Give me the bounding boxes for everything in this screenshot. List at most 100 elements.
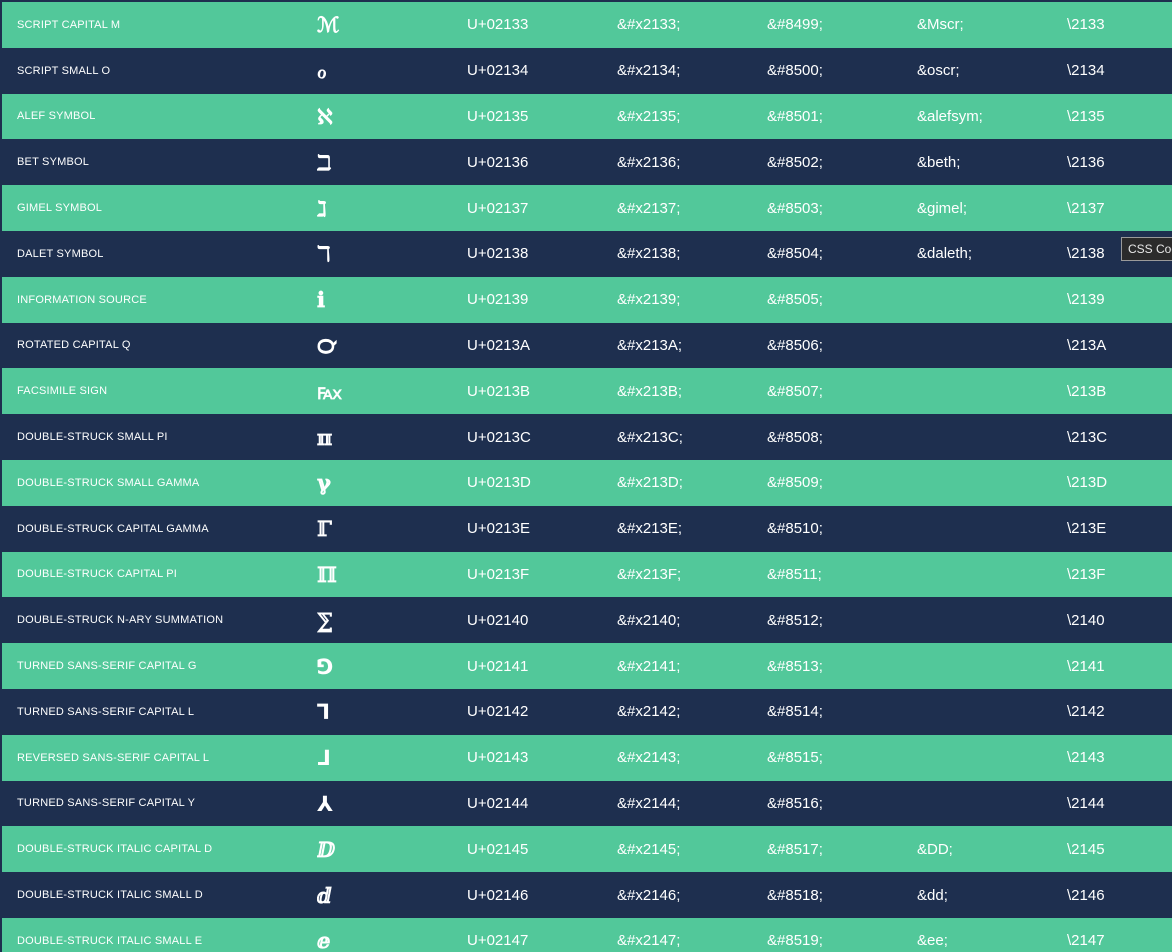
character-glyph-cell: ℸ	[317, 230, 467, 277]
character-glyph-cell: ℺	[317, 322, 467, 369]
named-entity-cell: &daleth;	[917, 230, 1067, 277]
character-glyph-cell: ℵ	[317, 93, 467, 140]
named-entity-cell: &dd;	[917, 872, 1067, 918]
unicode-code-cell: U+0213A	[467, 322, 617, 369]
decimal-entity-cell: &#8511;	[767, 551, 917, 598]
css-code-cell: \213E	[1067, 505, 1172, 552]
css-code-cell: \213D	[1067, 459, 1172, 506]
table-row: INFORMATION SOURCE ℹ U+02139 &#x2139; &#8505…	[2, 276, 1172, 323]
unicode-code-cell: U+02133	[467, 2, 617, 48]
character-glyph-cell: ℶ	[317, 139, 467, 186]
unicode-code-cell: U+02141	[467, 643, 617, 689]
css-code-cell: \2142	[1067, 688, 1172, 735]
character-glyph-cell: ⅄	[317, 780, 467, 827]
table-row: GIMEL SYMBOL ℷ U+02137 &#x2137; &#8503; &gime…	[2, 185, 1172, 231]
decimal-entity-cell: &#8507;	[767, 368, 917, 415]
unicode-code-cell: U+02139	[467, 276, 617, 323]
named-entity-cell	[917, 414, 1067, 460]
named-entity-cell: &alefsym;	[917, 93, 1067, 140]
character-name-cell: TURNED SANS-SERIF CAPITAL G	[2, 643, 317, 689]
character-glyph-cell: ℷ	[317, 185, 467, 231]
css-code-cell: \213A	[1067, 322, 1172, 369]
css-code-cell: \2143	[1067, 734, 1172, 781]
decimal-entity-cell: &#8503;	[767, 185, 917, 231]
decimal-entity-cell: &#8515;	[767, 734, 917, 781]
character-name-cell: BET SYMBOL	[2, 139, 317, 186]
hex-entity-cell: &#x2133;	[617, 2, 767, 48]
decimal-entity-cell: &#8518;	[767, 872, 917, 918]
css-code-cell: \2136	[1067, 139, 1172, 186]
table-row: DOUBLE-STRUCK SMALL PI ℼ U+0213C &#x213C; &#…	[2, 414, 1172, 460]
table-row: SCRIPT CAPITAL M ℳ U+02133 &#x2133; &#8499; &…	[2, 2, 1172, 48]
character-name-cell: DOUBLE-STRUCK ITALIC CAPITAL D	[2, 826, 317, 873]
character-glyph-cell: ℳ	[317, 2, 467, 48]
named-entity-cell	[917, 276, 1067, 323]
decimal-entity-cell: &#8516;	[767, 780, 917, 827]
table-row: DOUBLE-STRUCK ITALIC CAPITAL D ⅅ U+02145 &#…	[2, 826, 1172, 873]
unicode-code-cell: U+0213D	[467, 459, 617, 506]
hex-entity-cell: &#x2139;	[617, 276, 767, 323]
named-entity-cell	[917, 368, 1067, 415]
hex-entity-cell: &#x2140;	[617, 597, 767, 644]
unicode-code-cell: U+02143	[467, 734, 617, 781]
character-glyph-cell: ℼ	[317, 414, 467, 460]
decimal-entity-cell: &#8517;	[767, 826, 917, 873]
unicode-code-cell: U+02134	[467, 47, 617, 94]
table-row: REVERSED SANS-SERIF CAPITAL L ⅃ U+02143 &#x…	[2, 734, 1172, 781]
character-table: SCRIPT CAPITAL M ℳ U+02133 &#x2133; &#8499; &…	[2, 2, 1172, 952]
table-row: TURNED SANS-SERIF CAPITAL G ⅁ U+02141 &#x21…	[2, 643, 1172, 689]
character-name-cell: SCRIPT SMALL O	[2, 47, 317, 94]
character-name-cell: ALEF SYMBOL	[2, 93, 317, 140]
unicode-code-cell: U+02140	[467, 597, 617, 644]
decimal-entity-cell: &#8519;	[767, 917, 917, 952]
named-entity-cell	[917, 551, 1067, 598]
character-name-cell: DALET SYMBOL	[2, 230, 317, 277]
decimal-entity-cell: &#8506;	[767, 322, 917, 369]
character-table-view: SCRIPT CAPITAL M ℳ U+02133 &#x2133; &#8499; &…	[0, 0, 1172, 952]
css-code-cell: \2141	[1067, 643, 1172, 689]
unicode-code-cell: U+02135	[467, 93, 617, 140]
css-code-cell: \2144	[1067, 780, 1172, 827]
character-name-cell: GIMEL SYMBOL	[2, 185, 317, 231]
decimal-entity-cell: &#8509;	[767, 459, 917, 506]
character-name-cell: DOUBLE-STRUCK ITALIC SMALL E	[2, 917, 317, 952]
table-row: ALEF SYMBOL ℵ U+02135 &#x2135; &#8501; &alefs…	[2, 93, 1172, 140]
character-name-cell: DOUBLE-STRUCK N-ARY SUMMATION	[2, 597, 317, 644]
character-glyph-cell: ⅂	[317, 688, 467, 735]
decimal-entity-cell: &#8510;	[767, 505, 917, 552]
hex-entity-cell: &#x2147;	[617, 917, 767, 952]
unicode-code-cell: U+02146	[467, 872, 617, 918]
hex-entity-cell: &#x2144;	[617, 780, 767, 827]
unicode-code-cell: U+0213E	[467, 505, 617, 552]
css-code-cell: \2134	[1067, 47, 1172, 94]
table-row: SCRIPT SMALL Oℴ U+02134 &#x2134; &#8500; &os…	[2, 47, 1172, 94]
table-row: DOUBLE-STRUCK CAPITAL GAMMA ℾ U+0213E &#x21…	[2, 505, 1172, 552]
table-row: DOUBLE-STRUCK ITALIC SMALL Dⅆ U+02146 &#x2…	[2, 872, 1172, 918]
css-code-cell: \2139	[1067, 276, 1172, 323]
named-entity-cell: &beth;	[917, 139, 1067, 186]
hex-entity-cell: &#x213E;	[617, 505, 767, 552]
character-name-cell: DOUBLE-STRUCK CAPITAL GAMMA	[2, 505, 317, 552]
table-row: DOUBLE-STRUCK ITALIC SMALL Eⅇ U+02147 &#x2…	[2, 917, 1172, 952]
css-code-cell: \2146	[1067, 872, 1172, 918]
table-row: TURNED SANS-SERIF CAPITAL L ⅂ U+02142 &#x21…	[2, 688, 1172, 735]
named-entity-cell	[917, 688, 1067, 735]
table-row: FACSIMILE SIGN ℻ U+0213B &#x213B; &#8507; \21…	[2, 368, 1172, 415]
hex-entity-cell: &#x2138;	[617, 230, 767, 277]
character-glyph-cell: ⅇ	[317, 917, 467, 952]
character-glyph-cell: ⅅ	[317, 826, 467, 873]
unicode-code-cell: U+02144	[467, 780, 617, 827]
named-entity-cell	[917, 643, 1067, 689]
character-table-body: SCRIPT CAPITAL M ℳ U+02133 &#x2133; &#8499; &…	[2, 2, 1172, 952]
character-name-cell: DOUBLE-STRUCK CAPITAL PI	[2, 551, 317, 598]
decimal-entity-cell: &#8508;	[767, 414, 917, 460]
character-name-cell: INFORMATION SOURCE	[2, 276, 317, 323]
character-glyph-cell: ℽ	[317, 459, 467, 506]
character-glyph-cell: ⅆ	[317, 872, 467, 918]
character-name-cell: FACSIMILE SIGN	[2, 368, 317, 415]
character-glyph-cell: ⅀	[317, 597, 467, 644]
character-name-cell: DOUBLE-STRUCK SMALL GAMMA	[2, 459, 317, 506]
hex-entity-cell: &#x2141;	[617, 643, 767, 689]
decimal-entity-cell: &#8501;	[767, 93, 917, 140]
table-row: DOUBLE-STRUCK N-ARY SUMMATION ⅀ U+02140 &#x…	[2, 597, 1172, 644]
